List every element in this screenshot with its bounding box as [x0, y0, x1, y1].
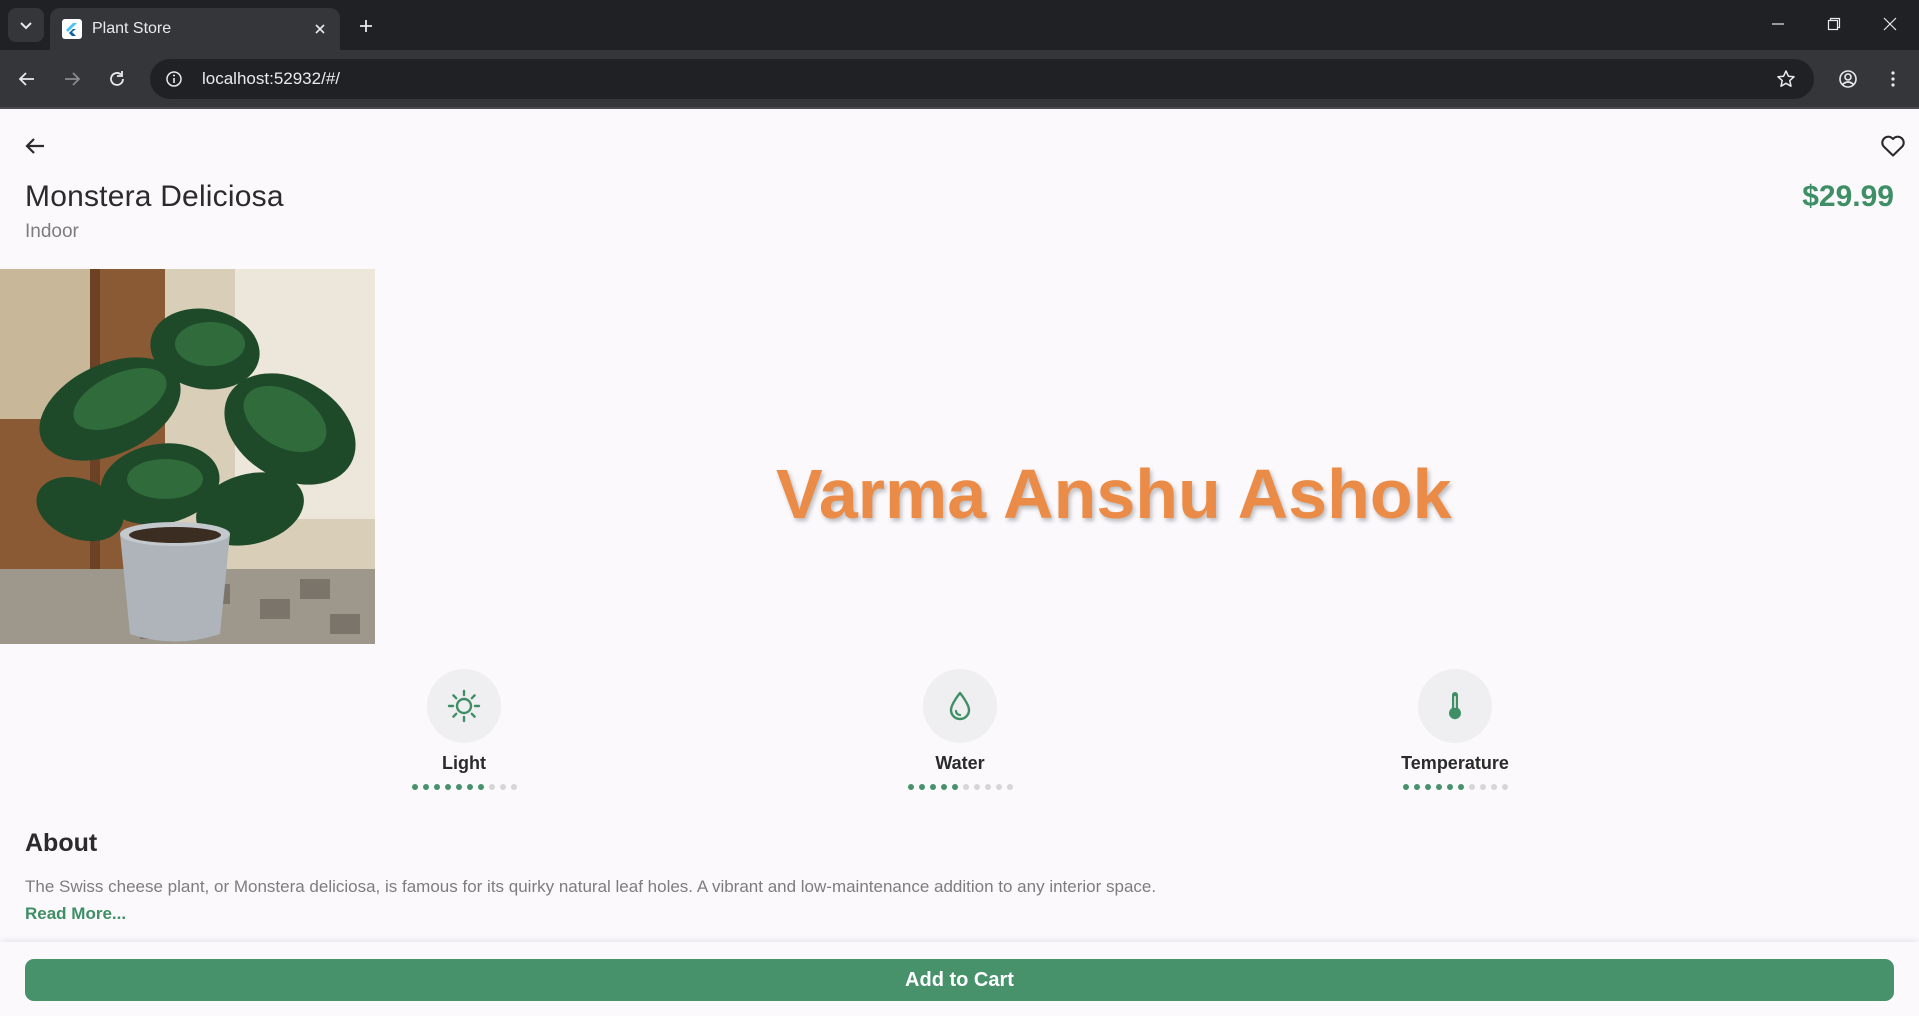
level-dot-empty — [1490, 784, 1497, 790]
level-dot-filled — [433, 784, 440, 790]
level-dot-filled — [1457, 784, 1464, 790]
bookmark-star-icon[interactable] — [1766, 59, 1806, 99]
bottom-action-bar: Add to Cart — [0, 942, 1919, 1016]
level-dot-empty — [1479, 784, 1486, 790]
care-label: Temperature — [1401, 753, 1509, 773]
level-dot-filled — [411, 784, 418, 790]
watermark-text: Varma Anshu Ashok — [776, 455, 1452, 533]
back-arrow-icon[interactable] — [10, 62, 44, 96]
level-dot-empty — [995, 784, 1002, 790]
level-dot-empty — [984, 784, 991, 790]
read-more-link[interactable]: Read More... — [25, 904, 126, 924]
care-water: Water — [860, 669, 1060, 790]
product-detail-page: Monstera Deliciosa Indoor $29.99 Varma A… — [0, 109, 1919, 1016]
reload-icon[interactable] — [100, 62, 134, 96]
care-light: Light — [364, 669, 564, 790]
product-category: Indoor — [25, 221, 79, 242]
level-dot-empty — [1468, 784, 1475, 790]
level-dot-filled — [929, 784, 936, 790]
thermometer-icon — [1418, 669, 1492, 743]
level-dot-filled — [1424, 784, 1431, 790]
level-dot-empty — [973, 784, 980, 790]
add-to-cart-button[interactable]: Add to Cart — [25, 959, 1894, 1001]
level-dot-filled — [1435, 784, 1442, 790]
profile-icon[interactable] — [1831, 62, 1865, 96]
level-dot-filled — [1402, 784, 1409, 790]
level-dot-empty — [488, 784, 495, 790]
browser-titlebar: Plant Store — [0, 0, 1919, 50]
back-button[interactable] — [18, 129, 52, 163]
level-dot-filled — [940, 784, 947, 790]
address-bar[interactable]: localhost:52932/#/ — [150, 59, 1814, 99]
care-label: Water — [935, 753, 985, 773]
tab-search-button[interactable] — [8, 8, 44, 42]
level-dot-filled — [422, 784, 429, 790]
tab-title: Plant Store — [92, 20, 172, 37]
level-dot-filled — [455, 784, 462, 790]
forward-arrow-icon[interactable] — [55, 62, 89, 96]
care-label: Light — [442, 753, 486, 773]
site-info-icon[interactable] — [154, 59, 194, 99]
water-drop-icon — [923, 669, 997, 743]
level-dot-empty — [510, 784, 517, 790]
level-dot-filled — [1413, 784, 1420, 790]
flutter-icon — [62, 19, 82, 39]
new-tab-plus-icon[interactable] — [352, 12, 380, 40]
level-dots — [1402, 784, 1508, 790]
product-title: Monstera Deliciosa — [25, 180, 284, 213]
level-dot-filled — [1446, 784, 1453, 790]
level-dot-empty — [1501, 784, 1508, 790]
level-dots — [411, 784, 517, 790]
level-dot-filled — [907, 784, 914, 790]
browser-menu-icon[interactable] — [1876, 62, 1910, 96]
product-image — [0, 269, 375, 644]
heart-icon — [1881, 135, 1905, 157]
restore-icon[interactable] — [1806, 0, 1862, 48]
level-dot-empty — [1006, 784, 1013, 790]
level-dot-filled — [918, 784, 925, 790]
level-dots — [907, 784, 1013, 790]
sun-icon — [427, 669, 501, 743]
care-temperature: Temperature — [1355, 669, 1555, 790]
product-price: $29.99 — [1802, 180, 1894, 213]
level-dot-filled — [477, 784, 484, 790]
favorite-button[interactable] — [1876, 129, 1910, 163]
window-close-icon[interactable] — [1862, 0, 1918, 48]
level-dot-empty — [962, 784, 969, 790]
arrow-left-icon — [25, 138, 44, 154]
level-dot-filled — [951, 784, 958, 790]
level-dot-filled — [466, 784, 473, 790]
level-dot-empty — [499, 784, 506, 790]
minimize-icon[interactable] — [1750, 0, 1806, 48]
tab-close-icon[interactable] — [308, 17, 332, 41]
chevron-down-icon — [20, 22, 32, 30]
about-text: The Swiss cheese plant, or Monstera deli… — [25, 877, 1157, 896]
browser-tab[interactable]: Plant Store — [50, 8, 340, 50]
url-text[interactable]: localhost:52932/#/ — [202, 69, 1766, 89]
level-dot-filled — [444, 784, 451, 790]
about-heading: About — [25, 829, 98, 857]
